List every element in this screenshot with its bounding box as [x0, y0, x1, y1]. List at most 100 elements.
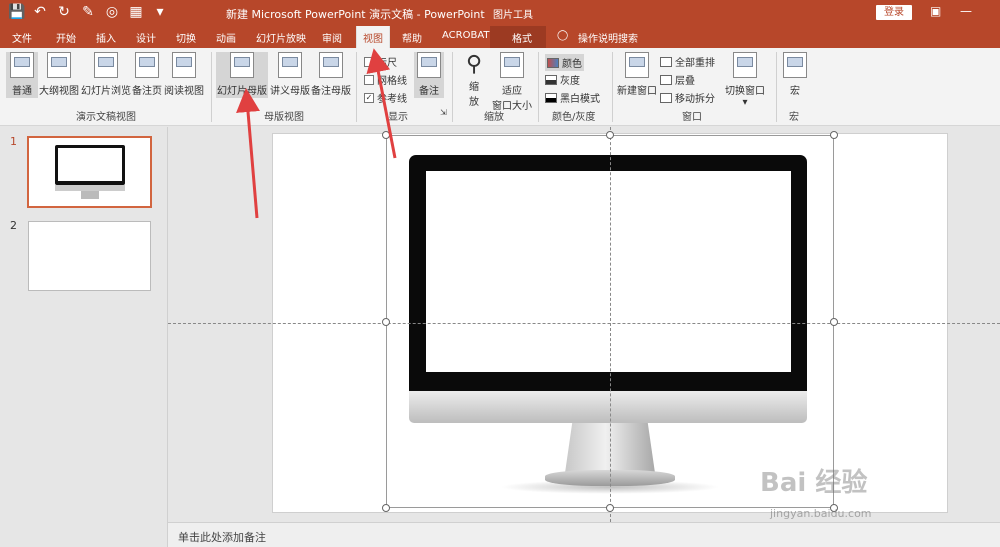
handout-master-icon: [278, 52, 302, 78]
ribbon-tab-bar: 文件 开始 插入 设计 切换 动画 幻灯片放映 审阅 视图 帮助 ACROBAT…: [0, 26, 1000, 48]
switch-window-icon: [733, 52, 757, 78]
lightbulb-icon: ◯: [557, 30, 569, 41]
notes-pane[interactable]: 单击此处添加备注: [168, 522, 1000, 547]
outline-view-button[interactable]: 大纲视图: [38, 52, 80, 97]
watermark-url: jingyan.baidu.com: [770, 507, 872, 520]
selection-frame: [386, 135, 834, 508]
notes-placeholder: 单击此处添加备注: [178, 531, 266, 544]
slide-number: 2: [10, 219, 17, 232]
slide-master-icon: [230, 52, 254, 78]
macro-icon: [783, 52, 807, 78]
grayscale-button[interactable]: 灰度: [545, 72, 580, 87]
handout-master-button[interactable]: 讲义母版: [270, 52, 310, 97]
notes-master-icon: [319, 52, 343, 78]
notes-master-button[interactable]: 备注母版: [310, 52, 352, 97]
tab-design[interactable]: 设计: [136, 30, 156, 45]
tab-file[interactable]: 文件: [12, 30, 32, 45]
monitor-thumbnail-stand: [81, 191, 99, 199]
slide-master-button[interactable]: 幻灯片母版: [216, 52, 268, 98]
slide-sorter-icon: [94, 52, 118, 78]
presentation-views-label: 演示文稿视图: [76, 112, 136, 123]
show-label: 显示: [388, 112, 408, 123]
format-painter-icon[interactable]: ✎: [80, 4, 96, 20]
resize-handle[interactable]: [830, 131, 838, 139]
tab-transitions[interactable]: 切换: [176, 30, 196, 45]
normal-view-icon: [10, 52, 34, 78]
notes-icon: [417, 52, 441, 78]
move-split-icon: [660, 92, 672, 103]
monitor-thumbnail-screen: [58, 148, 122, 181]
color-button[interactable]: 颜色: [545, 54, 584, 71]
dialog-launcher-icon[interactable]: ⇲: [440, 108, 447, 117]
minimize-icon[interactable]: —: [960, 4, 972, 18]
checkmark-icon: ✓: [364, 92, 374, 103]
tab-slideshow[interactable]: 幻灯片放映: [256, 30, 306, 45]
tab-view[interactable]: 视图: [356, 26, 390, 48]
fit-to-window-icon: [500, 52, 524, 78]
login-button[interactable]: 登录: [876, 5, 912, 20]
arrange-all-button[interactable]: 全部重排: [660, 54, 715, 69]
tab-help[interactable]: 帮助: [402, 30, 422, 45]
separator: [612, 52, 613, 122]
slide-sorter-button[interactable]: 幻灯片浏览: [80, 52, 132, 97]
picture-tools-label: 图片工具: [493, 10, 533, 21]
zoom-button[interactable]: ⚲ 缩 放: [460, 52, 488, 108]
resize-handle[interactable]: [382, 131, 390, 139]
fit-to-window-button[interactable]: 适应 窗口大小: [490, 52, 534, 112]
resize-handle[interactable]: [382, 504, 390, 512]
reading-view-button[interactable]: 阅读视图: [163, 52, 205, 97]
cascade-button[interactable]: 层叠: [660, 72, 695, 87]
separator: [538, 52, 539, 122]
save-icon[interactable]: 💾: [8, 4, 25, 20]
macro-label: 宏: [789, 112, 799, 123]
undo-icon[interactable]: ↶: [32, 4, 48, 20]
tell-me-search[interactable]: 操作说明搜索: [578, 30, 638, 45]
slide-thumbnail-1[interactable]: [27, 136, 152, 208]
notes-page-button[interactable]: 备注页: [132, 52, 162, 97]
tab-format[interactable]: 格式: [512, 30, 532, 45]
separator: [452, 52, 453, 122]
new-window-button[interactable]: 新建窗口: [616, 52, 658, 97]
magnifier-icon: ⚲: [465, 52, 483, 77]
switch-window-button[interactable]: 切换窗口 ▾: [724, 52, 766, 108]
cascade-icon: [660, 74, 672, 85]
tab-review[interactable]: 审阅: [322, 30, 342, 45]
color-grayscale-label: 颜色/灰度: [552, 112, 596, 123]
guides-checkbox[interactable]: ✓ 参考线: [364, 90, 407, 105]
checkbox-icon: [364, 74, 374, 85]
notes-page-icon: [135, 52, 159, 78]
touch-mode-icon[interactable]: ◎: [104, 4, 120, 20]
slide-number: 1: [10, 135, 17, 148]
ruler-checkbox[interactable]: 标尺: [364, 54, 397, 69]
chevron-down-icon: ▾: [742, 97, 748, 108]
separator: [776, 52, 777, 122]
redo-icon[interactable]: ↻: [56, 4, 72, 20]
customize-qat-icon[interactable]: ▾: [152, 4, 168, 20]
move-split-button[interactable]: 移动拆分: [660, 90, 715, 105]
resize-handle[interactable]: [606, 504, 614, 512]
watermark-logo: Bai 经验: [760, 468, 868, 498]
tab-animations[interactable]: 动画: [216, 30, 236, 45]
title-bar: 💾 ↶ ↻ ✎ ◎ ▦ ▾ 新建 Microsoft PowerPoint 演示…: [0, 0, 1000, 26]
slide-thumbnail-2[interactable]: [28, 221, 151, 291]
quick-access-toolbar: 💾 ↶ ↻ ✎ ◎ ▦ ▾: [8, 4, 168, 20]
resize-handle[interactable]: [382, 318, 390, 326]
resize-handle[interactable]: [606, 131, 614, 139]
gridlines-checkbox[interactable]: 网格线: [364, 72, 407, 87]
grayscale-icon: [545, 74, 557, 85]
new-window-icon: [625, 52, 649, 78]
align-icon[interactable]: ▦: [128, 4, 144, 20]
window-label: 窗口: [682, 112, 702, 123]
tab-insert[interactable]: 插入: [96, 30, 116, 45]
ribbon-display-icon[interactable]: ▣: [930, 4, 941, 18]
normal-view-button[interactable]: 普通: [6, 52, 38, 98]
reading-view-icon: [172, 52, 196, 78]
macros-button[interactable]: 宏: [782, 52, 808, 97]
tab-home[interactable]: 开始: [56, 30, 76, 45]
zoom-label: 缩放: [484, 112, 504, 123]
tab-acrobat[interactable]: ACROBAT: [442, 30, 490, 41]
resize-handle[interactable]: [830, 318, 838, 326]
separator: [356, 52, 357, 122]
notes-button[interactable]: 备注: [414, 52, 444, 98]
black-white-button[interactable]: 黑白模式: [545, 90, 600, 105]
